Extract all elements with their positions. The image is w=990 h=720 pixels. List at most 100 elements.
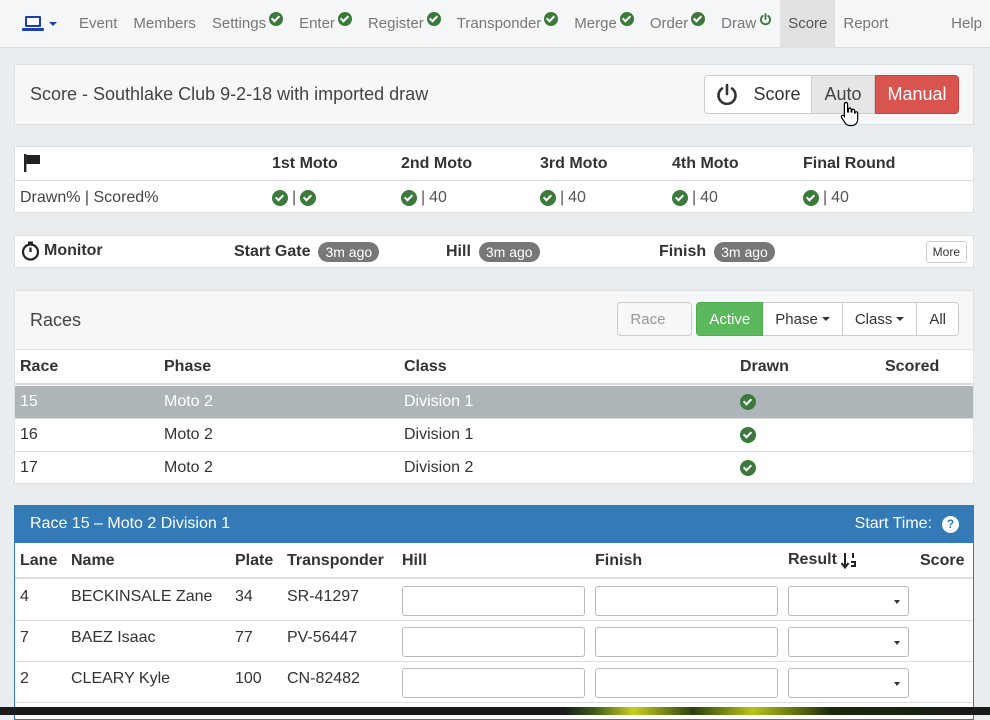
col-class: Class (404, 358, 447, 375)
moto-progress-table: 1st Moto 2nd Moto 3rd Moto 4th Moto Fina… (14, 146, 974, 213)
nav-event[interactable]: Event (71, 0, 125, 48)
table-row[interactable]: 16 Moto 2 Division 1 (15, 419, 973, 452)
table-row[interactable]: 15 Moto 2 Division 1 (15, 386, 973, 419)
flag-icon (24, 154, 40, 172)
hand-cursor-icon (840, 101, 859, 127)
nav-enter[interactable]: Enter (291, 0, 360, 48)
moto-status-cell: | 40 (672, 189, 718, 207)
time-ago-badge: 3m ago (714, 242, 775, 262)
laptop-icon (22, 15, 44, 31)
moto-status-cell: | 40 (401, 189, 447, 207)
help-icon[interactable]: ? (942, 515, 959, 533)
check-circle-icon (269, 12, 284, 26)
col-race: Race (20, 358, 59, 375)
filter-phase-dropdown[interactable]: Phase (763, 302, 843, 336)
time-ago-badge: 3m ago (478, 242, 540, 262)
more-button[interactable]: More (925, 241, 967, 263)
rider-row: 4 BECKINSALE Zane 34 SR-41297 (15, 580, 973, 621)
filter-all-button[interactable]: All (917, 302, 959, 336)
check-circle-icon (272, 190, 288, 206)
nav-members[interactable]: Members (125, 0, 204, 48)
monitor-hill: Hill 3m ago (446, 242, 540, 262)
moto-col-header: 3rd Moto (540, 155, 608, 172)
nav-report[interactable]: Report (835, 0, 896, 48)
nav-merge[interactable]: Merge (566, 0, 642, 48)
hill-time-input[interactable] (402, 627, 585, 657)
desktop-background-strip (0, 707, 990, 715)
race-filters: Race Active Phase Class All (617, 302, 959, 336)
col-hill: Hill (402, 552, 427, 569)
nav-register[interactable]: Register (360, 0, 449, 48)
monitor-label: Monitor (44, 242, 103, 259)
col-phase: Phase (164, 358, 212, 375)
moto-status-cell: | 40 (803, 189, 849, 207)
power-icon (717, 83, 738, 105)
moto-header-row: 1st Moto 2nd Moto 3rd Moto 4th Moto Fina… (15, 147, 973, 181)
sort-numeric-icon (840, 552, 856, 569)
check-circle-icon (672, 190, 688, 206)
result-select[interactable] (788, 668, 909, 698)
nav-settings[interactable]: Settings (204, 0, 291, 48)
col-result[interactable]: Result (788, 551, 859, 569)
race-detail-header: Race 15 – Moto 2 Division 1 Start Time:? (15, 506, 973, 543)
races-table-header: Race Phase Class Drawn Scored (15, 351, 973, 385)
start-time: Start Time:? (855, 515, 959, 533)
col-plate: Plate (235, 552, 274, 569)
table-row[interactable]: 17 Moto 2 Division 2 (15, 452, 973, 485)
moto-row-label: Drawn% | Scored% (20, 189, 159, 206)
nav-draw[interactable]: Draw (713, 0, 780, 48)
check-circle-icon (740, 427, 756, 443)
moto-col-header: 2nd Moto (401, 155, 473, 172)
finish-time-input[interactable] (595, 627, 778, 657)
col-scored: Scored (885, 358, 940, 375)
moto-status-row: Drawn% | Scored% | | 40 | 40 | 40 | 40 (15, 181, 973, 213)
races-header: Races Race Active Phase Class All (15, 291, 973, 350)
riders-table-header: Lane Name Plate Transponder Hill Finish … (15, 543, 973, 579)
chevron-down-icon (896, 317, 905, 321)
rider-row: 2 CLEARY Kyle 100 CN-82482 (15, 662, 973, 703)
monitor-panel: Monitor Start Gate 3m ago Hill 3m ago Fini… (14, 235, 974, 268)
top-navbar: Event Members Settings Enter Register Tr… (0, 0, 990, 48)
nav-order[interactable]: Order (642, 0, 713, 48)
check-circle-icon (540, 190, 556, 206)
check-circle-icon (691, 12, 706, 26)
filter-active-button[interactable]: Active (696, 302, 764, 336)
race-detail-panel: Race 15 – Moto 2 Division 1 Start Time:?… (14, 505, 974, 720)
moto-col-header: 1st Moto (272, 155, 338, 172)
score-button[interactable]: Score (704, 75, 812, 114)
finish-time-input[interactable] (595, 668, 778, 698)
nav-transponder[interactable]: Transponder (449, 0, 567, 48)
check-circle-icon (544, 12, 559, 26)
power-icon (760, 12, 772, 25)
monitor-start-gate: Start Gate 3m ago (234, 242, 380, 262)
hill-time-input[interactable] (402, 586, 585, 616)
races-title: Races (30, 310, 82, 330)
app-menu[interactable] (22, 15, 57, 33)
moto-status-cell: | 40 (540, 189, 586, 207)
nav-help[interactable]: Help (943, 0, 990, 48)
check-circle-icon (300, 190, 317, 206)
result-select[interactable] (788, 627, 909, 657)
moto-status-cell: | (272, 189, 317, 207)
monitor-finish: Finish 3m ago (659, 242, 775, 262)
check-circle-icon (337, 12, 352, 26)
stopwatch-icon (21, 241, 40, 261)
filter-class-dropdown[interactable]: Class (842, 302, 918, 336)
race-detail-title: Race 15 – Moto 2 Division 1 (30, 515, 231, 532)
result-select[interactable] (788, 586, 909, 616)
time-ago-badge: 3m ago (318, 242, 380, 262)
col-drawn: Drawn (740, 358, 789, 375)
races-panel: Races Race Active Phase Class All Race P… (14, 290, 974, 484)
manual-button[interactable]: Manual (875, 75, 959, 114)
hill-time-input[interactable] (402, 668, 585, 698)
score-header-panel: Score - Southlake Club 9-2-18 with impor… (14, 64, 974, 125)
check-circle-icon (401, 190, 417, 206)
check-circle-icon (426, 12, 441, 26)
finish-time-input[interactable] (595, 586, 778, 616)
chevron-down-icon (821, 317, 830, 321)
race-search-input[interactable]: Race (617, 302, 693, 336)
check-circle-icon (740, 460, 756, 476)
nav-score[interactable]: Score (780, 0, 836, 48)
col-lane: Lane (20, 552, 58, 569)
col-finish: Finish (595, 552, 643, 569)
